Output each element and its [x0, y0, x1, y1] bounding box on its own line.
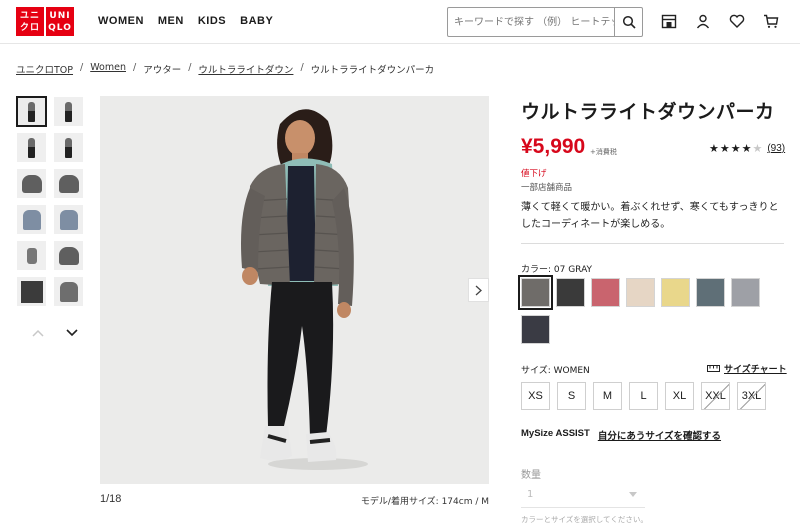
color-swatch[interactable] — [661, 278, 690, 307]
model-size-note: モデル/着用サイズ: 174cm / M — [360, 497, 489, 507]
size-chart-label: サイズチャート — [724, 365, 787, 375]
caret-down-icon — [629, 492, 637, 497]
model-photo — [241, 109, 368, 470]
rating-stars: ★★★★★ — [709, 142, 764, 155]
breadcrumb-separator: / — [188, 62, 192, 73]
nav-baby[interactable]: BABY — [240, 15, 273, 27]
heart-icon[interactable] — [728, 12, 746, 30]
color-swatch[interactable] — [518, 275, 553, 310]
breadcrumb-top[interactable]: ユニクロTOP — [16, 62, 73, 76]
mysize-link[interactable]: 自分にあうサイズを確認する — [598, 428, 721, 442]
thumbnail[interactable] — [54, 241, 83, 270]
uniqlo-logo[interactable]: ユニ クロ UNI QLO — [16, 7, 74, 36]
color-swatch[interactable] — [696, 278, 725, 307]
product-description: 薄くて軽くて暖かい。着ぶくれせず、寒くてもすっきりとしたコーディネートが楽しめる… — [521, 202, 779, 230]
quantity-label: 数量 — [521, 470, 541, 481]
size-option[interactable]: 3XL — [737, 382, 766, 410]
thumbnail-nav — [30, 325, 80, 341]
sale-label: 値下げ — [521, 169, 547, 179]
thumbnail[interactable] — [17, 169, 46, 198]
color-swatch[interactable] — [556, 278, 585, 307]
account-icon[interactable] — [694, 12, 712, 30]
mysize-label: MySize ASSIST — [521, 428, 590, 439]
review-count-link[interactable]: (93) — [767, 143, 785, 154]
color-swatch[interactable] — [626, 278, 655, 307]
thumbnail[interactable] — [54, 205, 83, 234]
store-availability-label: 一部店舗商品 — [521, 183, 573, 193]
cart-icon[interactable] — [762, 12, 780, 30]
divider — [521, 243, 784, 244]
tax-note: +消費税 — [590, 148, 617, 156]
thumbnail[interactable] — [54, 169, 83, 198]
size-option[interactable]: XL — [665, 382, 694, 410]
quantity-value: 1 — [527, 489, 534, 500]
size-option[interactable]: L — [629, 382, 658, 410]
chevron-right-icon — [475, 285, 482, 295]
size-option[interactable]: S — [557, 382, 586, 410]
nav-women[interactable]: WOMEN — [98, 15, 144, 27]
site-header: ユニ クロ UNI QLO WOMEN MEN KIDS BABY — [0, 0, 800, 44]
color-swatch[interactable] — [591, 278, 620, 307]
image-counter: 1/18 — [100, 493, 122, 505]
size-option[interactable]: XS — [521, 382, 550, 410]
search-input[interactable] — [448, 8, 614, 36]
thumbnail[interactable] — [54, 277, 83, 306]
nav-men[interactable]: MEN — [158, 15, 184, 27]
size-label: サイズ: WOMEN — [521, 366, 590, 376]
thumbnail[interactable] — [17, 133, 46, 162]
thumbnail[interactable] — [16, 96, 47, 127]
search-box — [447, 7, 643, 37]
quantity-note: カラーとサイズを選択してください。 — [521, 515, 648, 524]
ruler-icon — [707, 365, 720, 372]
size-options: XS S M L XL XXL 3XL — [521, 382, 766, 410]
thumbnail[interactable] — [17, 241, 46, 270]
color-swatch[interactable] — [731, 278, 760, 307]
breadcrumb-current: ウルトラライトダウンパーカ — [310, 65, 435, 76]
main-nav: WOMEN MEN KIDS BABY — [98, 15, 273, 27]
product-title: ウルトラライトダウンパーカ — [521, 101, 775, 123]
thumbnail[interactable] — [17, 205, 46, 234]
color-swatch[interactable] — [521, 315, 550, 344]
breadcrumb-women[interactable]: Women — [90, 62, 126, 76]
product-price: ¥5,990 — [521, 135, 586, 158]
search-button[interactable] — [614, 8, 642, 36]
breadcrumb-separator: / — [300, 62, 304, 73]
mysize-assist: MySize ASSIST 自分にあうサイズを確認する — [521, 428, 721, 442]
breadcrumb: ユニクロTOP / Women / アウター / ウルトラライトダウン / ウル… — [16, 62, 434, 76]
breadcrumb-outer: アウター — [143, 65, 182, 76]
breadcrumb-ultralight[interactable]: ウルトラライトダウン — [198, 62, 293, 76]
color-swatches — [518, 275, 784, 344]
thumbnail[interactable] — [54, 97, 83, 126]
size-chart-link[interactable]: サイズチャート — [707, 362, 787, 375]
search-icon — [622, 15, 636, 29]
chevron-up-icon[interactable] — [30, 325, 46, 341]
image-next-button[interactable] — [468, 278, 489, 302]
logo-tile-latin: UNI QLO — [46, 7, 74, 36]
thumbnail[interactable] — [17, 277, 46, 306]
size-option[interactable]: XXL — [701, 382, 730, 410]
thumbnail-list — [16, 96, 85, 306]
store-icon[interactable] — [660, 12, 678, 30]
product-rating: ★★★★★ (93) — [709, 142, 785, 155]
thumbnail[interactable] — [54, 133, 83, 162]
product-main-image — [100, 96, 489, 484]
nav-kids[interactable]: KIDS — [198, 15, 226, 27]
breadcrumb-separator: / — [80, 62, 84, 73]
color-label: カラー: 07 GRAY — [521, 265, 593, 275]
chevron-down-icon[interactable] — [64, 325, 80, 341]
logo-tile-katakana: ユニ クロ — [16, 7, 44, 36]
breadcrumb-separator: / — [133, 62, 137, 73]
size-option[interactable]: M — [593, 382, 622, 410]
header-icons — [660, 12, 780, 30]
quantity-select[interactable]: 1 — [521, 482, 645, 508]
